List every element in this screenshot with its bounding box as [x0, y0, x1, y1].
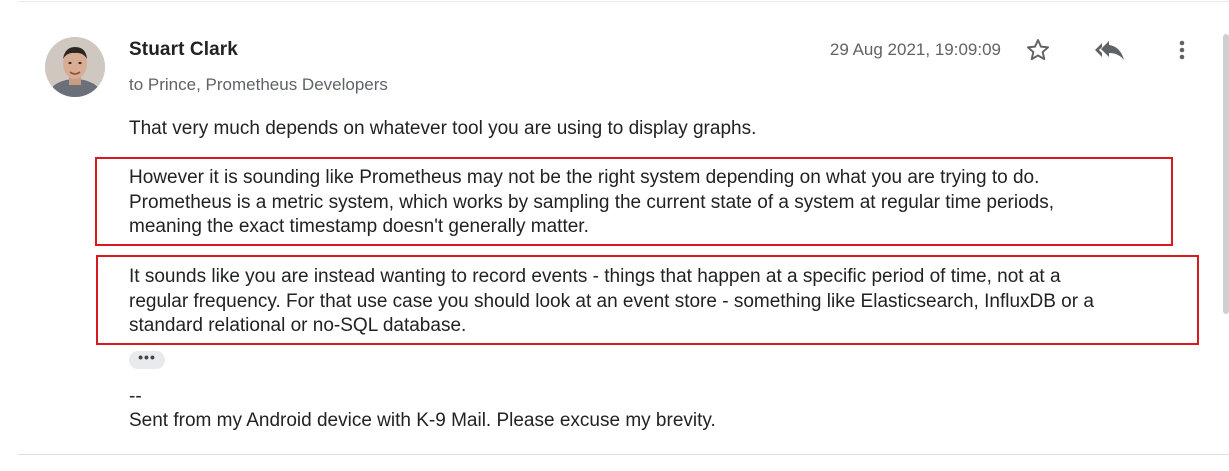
paragraph-line: meaning the exact timestamp doesn't gene… — [129, 216, 589, 237]
scrollbar[interactable] — [1223, 34, 1229, 314]
message-paragraph-1: That very much depends on whatever tool … — [129, 117, 756, 142]
paragraph-line: That very much depends on whatever tool … — [129, 118, 757, 139]
signature-separator: -- — [129, 386, 142, 407]
paragraph-line: regular frequency. For that use case you… — [129, 290, 1094, 312]
show-trimmed-content-button[interactable]: ••• — [129, 350, 165, 369]
star-button[interactable] — [1023, 35, 1053, 65]
message-paragraph-2: However it is sounding like Prometheus m… — [129, 166, 1054, 240]
sender-name[interactable]: Stuart Clark — [129, 39, 238, 61]
reply-all-icon — [1095, 41, 1124, 60]
more-options-button[interactable] — [1167, 35, 1197, 65]
message-paragraph-3: It sounds like you are instead wanting t… — [129, 265, 1094, 339]
paragraph-line: standard relational or no-SQL database. — [129, 315, 467, 336]
paragraph-line: Prometheus is a metric system, which wor… — [129, 191, 1055, 213]
avatar-image — [45, 37, 105, 97]
bottom-divider — [18, 454, 1229, 455]
signature-text: Sent from my Android device with K-9 Mai… — [129, 410, 716, 431]
paragraph-line: It sounds like you are instead wanting t… — [129, 266, 1061, 287]
paragraph-line: However it is sounding like Prometheus m… — [129, 167, 1040, 188]
message-timestamp: 29 Aug 2021, 19:09:09 — [829, 40, 1001, 59]
recipients-line[interactable]: to Prince, Prometheus Developers — [129, 75, 388, 95]
sender-avatar[interactable] — [45, 37, 105, 97]
top-divider — [18, 1, 1229, 2]
reply-all-button[interactable] — [1092, 35, 1128, 65]
more-vert-icon — [1179, 40, 1185, 60]
star-icon — [1026, 39, 1050, 61]
